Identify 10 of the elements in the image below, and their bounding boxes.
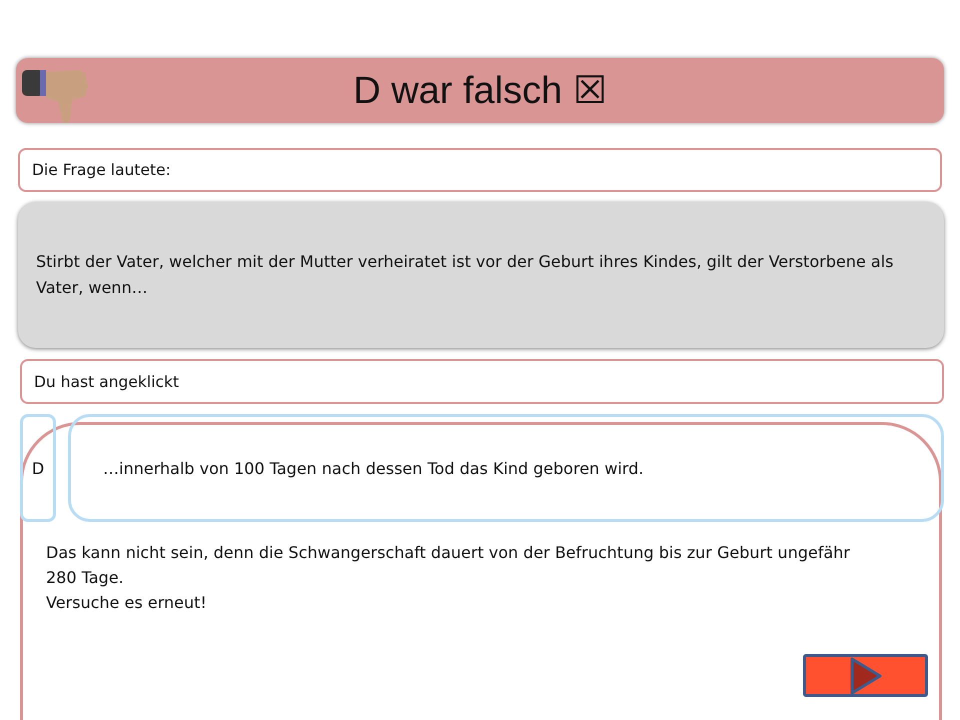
question-text: Stirbt der Vater, welcher mit der Mutter verheiratet ist vor der Geburt ihres Kindes, gilt der Verstorbene als Vater, wenn… (18, 202, 944, 348)
answer-letter: D (20, 414, 56, 522)
result-title: D war falsch ☒ (353, 69, 607, 113)
next-button[interactable] (803, 654, 928, 697)
answer-text: …innerhalb von 100 Tagen nach dessen Tod das Kind geboren wird. (68, 414, 944, 522)
play-icon (848, 656, 882, 696)
feedback-text: Versuche es erneut! (46, 592, 208, 614)
feedback-text: Das kann nicht sein, denn die Schwangerschaft dauert von der Befruchtung bis zur Geburt ungefähr 280 Tage. (46, 542, 851, 589)
question-label: Die Frage lautete: (18, 148, 942, 192)
clicked-label: Du hast angeklickt (20, 359, 944, 404)
